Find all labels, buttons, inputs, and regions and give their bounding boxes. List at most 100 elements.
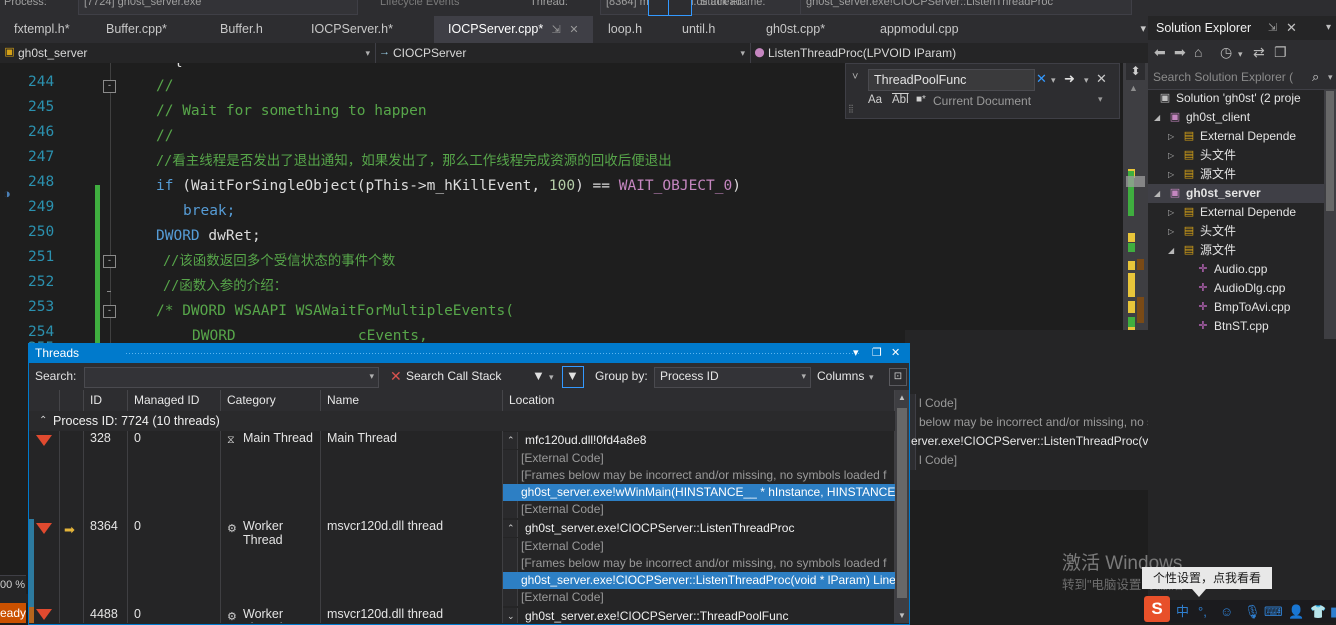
find-next-icon[interactable]: ➜ bbox=[1064, 69, 1075, 89]
location-row-selected[interactable]: gh0st_server.exe!wWinMain(HINSTANCE__ * … bbox=[503, 484, 895, 501]
flag-cell[interactable] bbox=[29, 519, 60, 607]
tab-overflow-icon[interactable]: ▾ bbox=[1140, 22, 1146, 35]
expand-arrow-icon[interactable]: ▷ bbox=[1168, 222, 1174, 241]
tab-iocpserver-cpp[interactable]: IOCPServer.cpp* ⇲ ✕ bbox=[434, 16, 593, 43]
threads-toolbar[interactable]: Search: ▾ ✕ Search Call Stack ▼ ▾ ▼ Grou… bbox=[29, 363, 909, 391]
column-header-managed-id[interactable]: Managed ID bbox=[128, 390, 221, 411]
tree-node-source-files-server[interactable]: ◢ ▤ 源文件 bbox=[1148, 241, 1324, 260]
split-view-icon[interactable]: ⬍ bbox=[1126, 63, 1145, 80]
tree-node-buffer-cpp[interactable]: ✛ Buffer.cpp bbox=[1148, 336, 1324, 339]
column-header-current[interactable] bbox=[60, 390, 84, 411]
tree-node-source-files-client[interactable]: ▷ ▤ 源文件 bbox=[1148, 165, 1324, 184]
tab-buffer-h[interactable]: Buffer.h bbox=[206, 16, 277, 43]
navbar-class-dropdown[interactable]: → CIOCPServer ▾ bbox=[375, 43, 751, 63]
home-icon[interactable]: ⌂ bbox=[1194, 43, 1202, 62]
close-icon[interactable]: ✕ bbox=[1286, 16, 1297, 40]
tab-loop-h[interactable]: loop.h bbox=[594, 16, 656, 43]
columns-button[interactable]: Columns bbox=[817, 363, 864, 390]
pin-icon[interactable]: ⇲ bbox=[1268, 16, 1277, 40]
expand-arrow-icon[interactable]: ◢ bbox=[1168, 241, 1174, 260]
tree-node-header-files-client[interactable]: ▷ ▤ 头文件 bbox=[1148, 146, 1324, 165]
group-by-select[interactable]: Process ID ▾ bbox=[654, 367, 811, 388]
skin-icon[interactable]: 👕 bbox=[1310, 602, 1326, 621]
scroll-up-icon[interactable]: ▲ bbox=[898, 393, 906, 402]
tab-until-h[interactable]: until.h bbox=[668, 16, 729, 43]
expand-arrow-icon[interactable]: ◢ bbox=[1154, 184, 1160, 203]
filter-icon[interactable]: ▼ bbox=[532, 368, 545, 383]
sogou-tooltip[interactable]: 个性设置，点我看看 bbox=[1142, 567, 1272, 589]
microphone-icon[interactable]: 🎙 bbox=[1244, 602, 1261, 621]
chevron-down-icon[interactable]: ▾ bbox=[369, 368, 374, 385]
flag-cell[interactable] bbox=[29, 431, 60, 519]
fold-toggle-icon[interactable]: - bbox=[103, 255, 116, 268]
user-icon[interactable]: 👤 bbox=[1288, 602, 1304, 621]
table-row[interactable]: 4488 0 ⚙ Worker Thread msvcr120d.dll thr… bbox=[29, 607, 909, 623]
location-cell[interactable]: ⌃ mfc120ud.dll!0fd4a8e8 [External Code] … bbox=[503, 431, 895, 519]
location-cell[interactable]: ⌄ gh0st_server.exe!CIOCPServer::ThreadPo… bbox=[503, 607, 895, 623]
close-icon[interactable]: ✕ bbox=[569, 24, 578, 36]
lifecycle-events-label[interactable]: Lifecycle Events bbox=[380, 0, 459, 8]
filter-dropdown-icon[interactable]: ▾ bbox=[549, 363, 554, 392]
location-row-selected[interactable]: gh0st_server.exe!CIOCPServer::ListenThre… bbox=[503, 572, 895, 589]
window-dropdown-icon[interactable]: ▾ bbox=[853, 344, 859, 363]
tree-node-external-dependencies-server[interactable]: ▷ ▤ External Depende bbox=[1148, 203, 1324, 222]
sync-icon[interactable]: ⇄ bbox=[1253, 43, 1265, 62]
solution-explorer-scrollbar[interactable] bbox=[1324, 89, 1336, 339]
location-row[interactable]: [External Code] bbox=[503, 450, 895, 467]
scrollbar-thumb[interactable] bbox=[1126, 176, 1145, 187]
tree-node-audiodlg-cpp[interactable]: ✛ AudioDlg.cpp bbox=[1148, 279, 1324, 298]
tree-node-header-files-server[interactable]: ▷ ▤ 头文件 bbox=[1148, 222, 1324, 241]
location-row[interactable]: [External Code] bbox=[503, 501, 895, 518]
sogou-logo-icon[interactable]: S bbox=[1144, 596, 1170, 622]
chevron-down-icon[interactable]: ▾ bbox=[1238, 43, 1243, 65]
breakpoint-glyph-icon[interactable]: ◑ bbox=[3, 186, 17, 201]
scroll-down-icon[interactable]: ▼ bbox=[898, 611, 906, 620]
solution-explorer-title-bar[interactable]: Solution Explorer ⇲ ✕ ▾ bbox=[1148, 16, 1336, 40]
step-into-button[interactable] bbox=[668, 0, 692, 16]
column-header-location[interactable]: Location bbox=[503, 390, 895, 411]
tree-node-bmptoavi-cpp[interactable]: ✛ BmpToAvi.cpp bbox=[1148, 298, 1324, 317]
use-regex-icon[interactable]: ■* bbox=[916, 94, 926, 105]
punctuation-icon[interactable]: °, bbox=[1198, 602, 1207, 621]
tree-node-btnst-cpp[interactable]: ✛ BtnST.cpp bbox=[1148, 317, 1324, 336]
tab-gh0st-cpp[interactable]: gh0st.cpp* bbox=[752, 16, 839, 43]
editor-navigation-bar[interactable]: ▣ gh0st_server ▾ → CIOCPServer ▾ ⬤ Liste… bbox=[0, 43, 1148, 64]
table-row[interactable]: ➡ 8364 0 ⚙ Worker Thread msvcr120d.dll t… bbox=[29, 519, 909, 608]
solution-explorer-panel[interactable]: Solution Explorer ⇲ ✕ ▾ ⬅ ➡ ⌂ ◷ ▾ ⇄ ❐ Se… bbox=[1148, 16, 1336, 611]
pending-changes-icon[interactable]: ◷ bbox=[1220, 43, 1232, 62]
tree-node-gh0st-client[interactable]: ◢ ▣ gh0st_client bbox=[1148, 108, 1324, 127]
find-scope-label[interactable]: Current Document bbox=[933, 94, 1031, 108]
scrollbar-thumb[interactable] bbox=[1326, 91, 1334, 211]
chevron-down-icon[interactable]: ▾ bbox=[869, 363, 874, 392]
match-whole-word-icon[interactable]: Abl bbox=[892, 94, 909, 106]
column-header-id[interactable]: ID bbox=[84, 390, 128, 411]
find-history-dropdown-icon[interactable]: ▾ bbox=[1051, 69, 1056, 91]
editor-tab-bar[interactable]: fxtempl.h* Buffer.cpp* Buffer.h IOCPServ… bbox=[0, 16, 1148, 44]
find-input[interactable]: ThreadPoolFunc bbox=[868, 69, 1035, 91]
chevron-down-icon[interactable]: ▾ bbox=[1328, 65, 1333, 89]
clear-search-icon[interactable]: ✕ bbox=[1036, 69, 1047, 89]
close-find-icon[interactable]: ✕ bbox=[1096, 69, 1107, 89]
expand-icon[interactable]: ⌄ bbox=[507, 608, 515, 623]
expand-arrow-icon[interactable]: ▷ bbox=[1168, 165, 1174, 184]
editor-zoom-level[interactable]: 00 % bbox=[0, 575, 26, 595]
navbar-member-dropdown[interactable]: ⬤ ListenThreadProc(LPVOID lParam) bbox=[750, 43, 1148, 63]
tree-node-gh0st-server[interactable]: ◢ ▣ gh0st_server bbox=[1148, 184, 1324, 203]
column-header-flag[interactable] bbox=[29, 390, 60, 411]
location-row[interactable]: [External Code] bbox=[503, 538, 895, 555]
menu-icon[interactable]: ▮ bbox=[1330, 602, 1336, 621]
keyboard-icon[interactable]: ⌨ bbox=[1264, 602, 1283, 621]
editor-vertical-scrollbar[interactable]: ⬍ ▲ bbox=[1123, 63, 1148, 348]
expand-collapse-button[interactable]: ⊡ bbox=[889, 368, 907, 386]
expand-arrow-icon[interactable]: ◢ bbox=[1154, 108, 1160, 127]
chinese-input-icon[interactable]: 中 bbox=[1176, 602, 1189, 621]
location-row[interactable]: [Frames below may be incorrect and/or mi… bbox=[503, 555, 895, 572]
tab-appmodul-cpp[interactable]: appmodul.cpp bbox=[866, 16, 973, 43]
location-row[interactable]: [Frames below may be incorrect and/or mi… bbox=[503, 467, 895, 484]
solution-tree[interactable]: ▣ Solution 'gh0st' (2 proje ◢ ▣ gh0st_cl… bbox=[1148, 89, 1336, 339]
maximize-icon[interactable]: ❐ bbox=[872, 344, 882, 363]
navbar-project-dropdown[interactable]: ▣ gh0st_server ▾ bbox=[0, 43, 376, 63]
location-row[interactable]: ⌄ gh0st_server.exe!CIOCPServer::ThreadPo… bbox=[503, 608, 895, 623]
threads-window[interactable]: Threads ▾ ❐ ✕ Search: ▾ ✕ Search Call St… bbox=[28, 343, 910, 625]
scroll-up-icon[interactable]: ▲ bbox=[1129, 83, 1138, 93]
